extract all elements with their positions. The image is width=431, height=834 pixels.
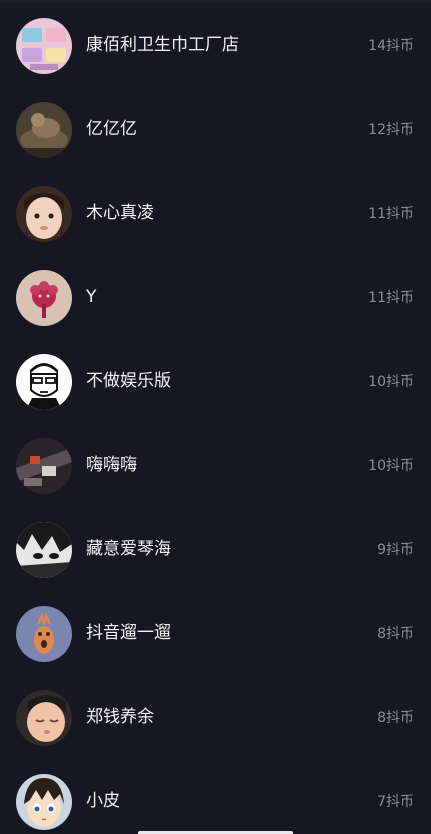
coin-count: 8抖币 xyxy=(377,626,414,642)
list-item[interactable]: 郑钱养余 8抖币 xyxy=(0,672,431,756)
list-item[interactable]: 嗨嗨嗨 10抖币 xyxy=(0,420,431,504)
avatar[interactable] xyxy=(16,438,72,494)
avatar[interactable] xyxy=(16,18,72,74)
coin-count: 7抖币 xyxy=(377,794,414,810)
avatar[interactable] xyxy=(16,606,72,662)
coin-count: 11抖币 xyxy=(368,290,414,306)
user-name[interactable]: 不做娱乐版 xyxy=(86,369,171,393)
coin-count: 8抖币 xyxy=(377,710,414,726)
user-name[interactable]: 小皮 xyxy=(86,789,120,813)
list-item[interactable]: 藏意爱琴海 9抖币 xyxy=(0,504,431,588)
coin-count: 9抖币 xyxy=(377,542,414,558)
list-item[interactable]: Y 11抖币 xyxy=(0,252,431,336)
coin-count: 14抖币 xyxy=(368,38,414,54)
user-name[interactable]: 木心真凌 xyxy=(86,201,154,225)
list-item[interactable]: 康佰利卫生巾工厂店 14抖币 xyxy=(0,0,431,84)
avatar[interactable] xyxy=(16,774,72,830)
list-item[interactable]: 抖音遛一遛 8抖币 xyxy=(0,588,431,672)
list-item[interactable]: 不做娱乐版 10抖币 xyxy=(0,336,431,420)
user-name[interactable]: 嗨嗨嗨 xyxy=(86,453,137,477)
list-item[interactable]: 小皮 7抖币 xyxy=(0,756,431,834)
user-name[interactable]: 抖音遛一遛 xyxy=(86,621,171,645)
avatar[interactable] xyxy=(16,102,72,158)
avatar[interactable] xyxy=(16,522,72,578)
coin-count: 11抖币 xyxy=(368,206,414,222)
coin-count: 10抖币 xyxy=(368,458,414,474)
avatar[interactable] xyxy=(16,270,72,326)
coin-count: 12抖币 xyxy=(368,122,414,138)
list-item[interactable]: 木心真凌 11抖币 xyxy=(0,168,431,252)
user-name[interactable]: 亿亿亿 xyxy=(86,117,137,141)
avatar[interactable] xyxy=(16,354,72,410)
list-item[interactable]: 亿亿亿 12抖币 xyxy=(0,84,431,168)
gift-ranking-list: 康佰利卫生巾工厂店 14抖币 亿亿亿 12抖币 木心真凌 11抖币 Y 11抖币… xyxy=(0,0,431,834)
user-name[interactable]: 郑钱养余 xyxy=(86,705,154,729)
user-name[interactable]: 康佰利卫生巾工厂店 xyxy=(86,33,239,57)
coin-count: 10抖币 xyxy=(368,374,414,390)
avatar[interactable] xyxy=(16,186,72,242)
user-name[interactable]: 藏意爱琴海 xyxy=(86,537,171,561)
user-name[interactable]: Y xyxy=(86,285,96,309)
avatar[interactable] xyxy=(16,690,72,746)
